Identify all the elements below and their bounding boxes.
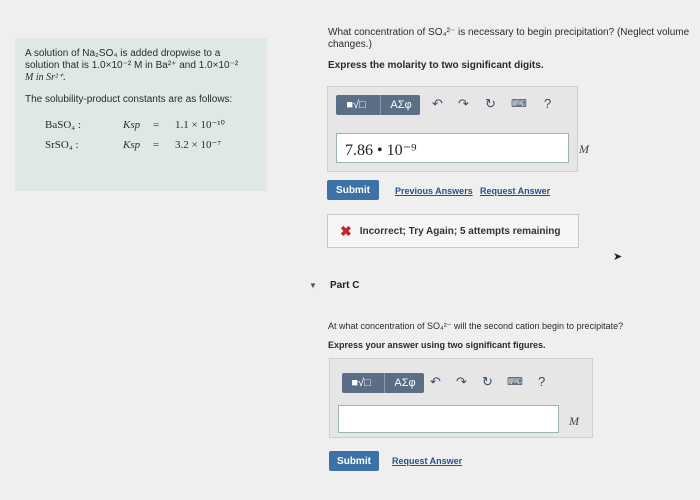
keyboard-icon[interactable]: ⌨ xyxy=(511,97,527,110)
part-c-instruction: Express your answer using two significan… xyxy=(328,340,546,350)
problem-intro-line-1: A solution of Na₂SO₄ is added dropwise t… xyxy=(25,48,221,59)
greek-symbols-button[interactable]: ΑΣφ xyxy=(384,373,425,393)
ksp-value: 1.1 × 10⁻¹⁰ xyxy=(175,119,225,131)
templates-icon: ■√□ xyxy=(346,99,366,111)
part-c-answer-panel: ■√□ ΑΣφ ↶ ↷ ↻ ⌨ ? M xyxy=(329,358,593,438)
math-toolbar-group: ■√□ ΑΣφ xyxy=(342,373,424,393)
math-toolbar-group: ■√□ ΑΣφ xyxy=(336,95,420,115)
part-b-question: What concentration of SO₄²⁻ is necessary… xyxy=(328,27,698,51)
ksp-title: The solubility-product constants are as … xyxy=(25,94,233,105)
greek-symbols-button[interactable]: ΑΣφ xyxy=(380,95,421,115)
help-icon[interactable]: ? xyxy=(544,96,551,111)
ksp-value: 3.2 × 10⁻⁷ xyxy=(175,139,222,151)
part-b-answer-input[interactable]: 7.86 • 10⁻⁹ xyxy=(336,133,569,163)
part-c-question: At what concentration of SO₄²⁻ will the … xyxy=(328,321,624,331)
part-c-unit: M xyxy=(569,414,579,428)
ksp-equals: = xyxy=(153,119,160,131)
part-b-answer-value: 7.86 • 10⁻⁹ xyxy=(345,142,417,159)
ksp-table: BaSO₄ : Ksp = 1.1 × 10⁻¹⁰ SrSO₄ : Ksp = … xyxy=(25,115,257,155)
templates-button[interactable]: ■√□ xyxy=(342,373,380,393)
part-b-unit: M xyxy=(579,142,589,156)
problem-statement-panel: A solution of Na₂SO₄ is added dropwise t… xyxy=(15,38,267,191)
part-c-submit-button[interactable]: Submit xyxy=(329,451,379,471)
part-b-instruction: Express the molarity to two significant … xyxy=(328,60,544,71)
redo-icon[interactable]: ↷ xyxy=(458,96,469,112)
part-c-title[interactable]: Part C xyxy=(330,280,359,291)
ksp-compound: SrSO₄ : xyxy=(45,139,79,151)
part-c-request-answer-link[interactable]: Request Answer xyxy=(392,456,462,466)
templates-button[interactable]: ■√□ xyxy=(336,95,376,115)
ksp-row: SrSO₄ : Ksp = 3.2 × 10⁻⁷ xyxy=(25,135,257,155)
reset-icon[interactable]: ↻ xyxy=(485,96,496,112)
ksp-compound: BaSO₄ : xyxy=(45,119,81,131)
ksp-symbol: Ksp xyxy=(123,119,141,131)
chevron-down-icon[interactable]: ▼ xyxy=(309,281,317,290)
help-icon[interactable]: ? xyxy=(538,374,545,389)
problem-intro-line-2: solution that is 1.0×10⁻² M in Ba²⁺ and … xyxy=(25,60,239,71)
undo-icon[interactable]: ↶ xyxy=(432,96,443,112)
request-answer-link[interactable]: Request Answer xyxy=(480,186,550,196)
templates-icon: ■√□ xyxy=(351,377,371,389)
part-b-feedback: ✖ Incorrect; Try Again; 5 attempts remai… xyxy=(327,214,579,248)
part-c-answer-input[interactable] xyxy=(338,405,559,433)
cursor-icon: ➤ xyxy=(613,251,623,263)
undo-icon[interactable]: ↶ xyxy=(430,374,441,390)
previous-answers-link[interactable]: Previous Answers xyxy=(395,186,473,196)
ksp-symbol: Ksp xyxy=(123,139,141,151)
ksp-equals: = xyxy=(153,139,160,151)
redo-icon[interactable]: ↷ xyxy=(456,374,467,390)
problem-intro-line-3: M in Sr²⁺. xyxy=(25,72,66,83)
part-b-question-line-1: What concentration of SO₄²⁻ is necessary… xyxy=(328,27,690,38)
x-icon: ✖ xyxy=(340,222,352,239)
part-b-question-line-2: changes.) xyxy=(328,39,372,50)
keyboard-icon[interactable]: ⌨ xyxy=(507,375,523,388)
feedback-text: Incorrect; Try Again; 5 attempts remaini… xyxy=(359,225,561,237)
part-b-submit-button[interactable]: Submit xyxy=(327,180,379,200)
part-b-answer-panel: ■√□ ΑΣφ ↶ ↷ ↻ ⌨ ? 7.86 • 10⁻⁹ M xyxy=(327,86,589,172)
ksp-row: BaSO₄ : Ksp = 1.1 × 10⁻¹⁰ xyxy=(25,115,257,135)
reset-icon[interactable]: ↻ xyxy=(482,374,493,390)
